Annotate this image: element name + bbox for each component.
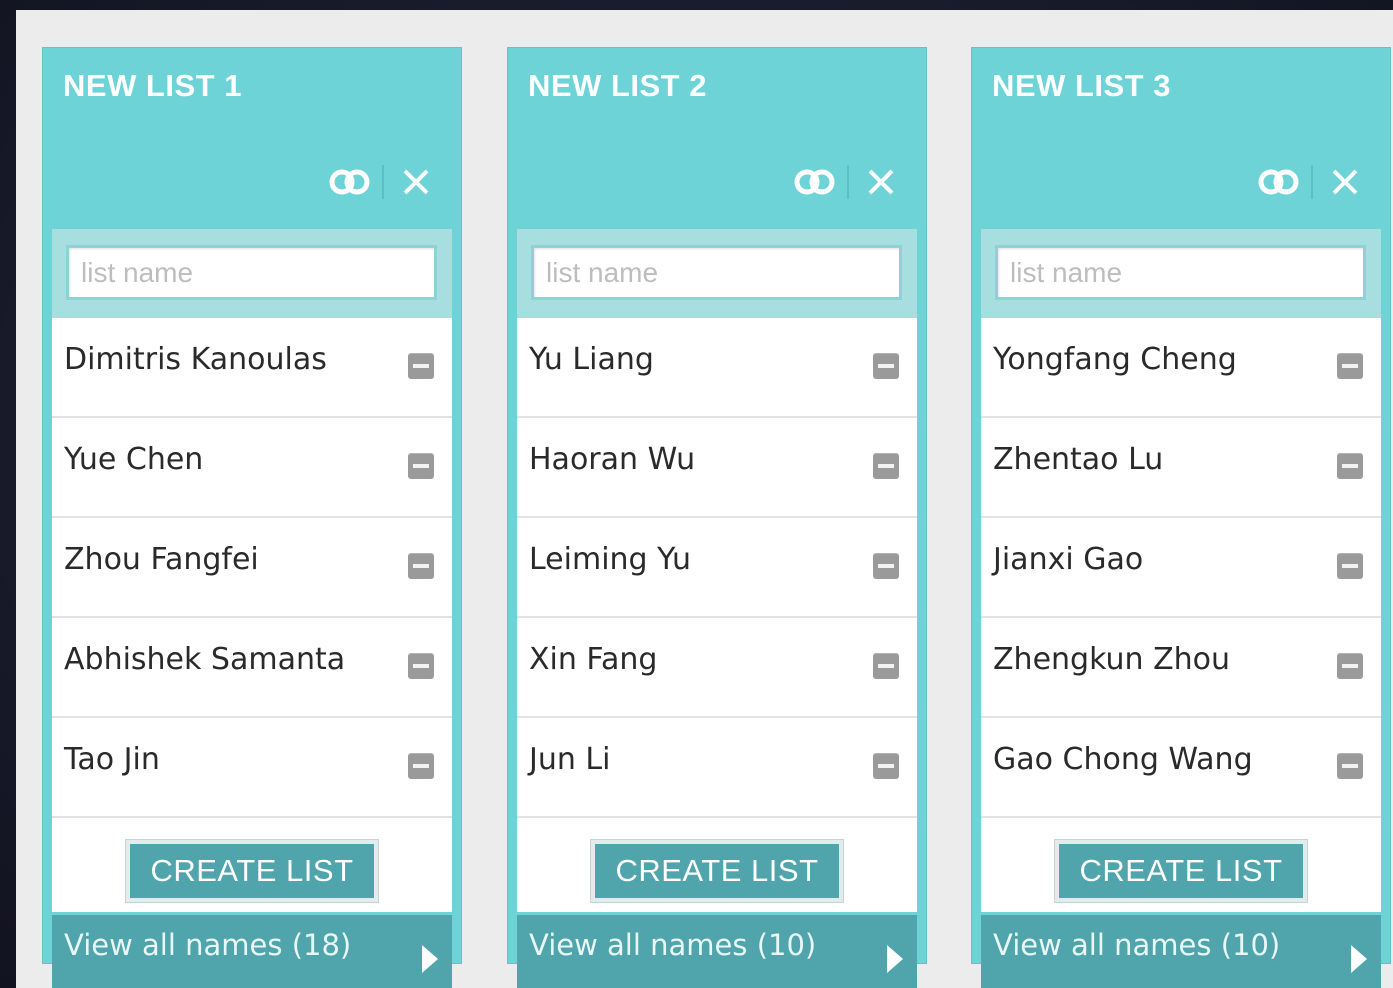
list-item: Gao Chong Wang [981,718,1381,818]
close-panel-button[interactable] [1321,160,1369,204]
person-name: Dimitris Kanoulas [64,342,327,377]
list-body: Yu Liang Haoran Wu Leiming Yu Xin Fang J… [517,229,917,912]
list-name-input[interactable] [531,245,902,300]
list-name-input[interactable] [66,245,437,300]
person-name: Haoran Wu [529,442,696,477]
list-name-area [517,229,917,318]
list-item: Xin Fang [517,618,917,718]
panel-title: NEW LIST 2 [528,68,707,103]
merge-lists-button[interactable] [1255,160,1303,204]
remove-name-icon[interactable] [1337,553,1363,579]
merge-lists-button[interactable] [791,160,839,204]
panel-title: NEW LIST 1 [63,68,242,103]
person-name: Jun Li [529,742,611,777]
remove-name-icon[interactable] [1337,453,1363,479]
play-arrow-icon [887,945,903,973]
list-item: Jianxi Gao [981,518,1381,618]
close-icon [1332,169,1358,195]
list-item: Dimitris Kanoulas [52,318,452,418]
view-all-names-button[interactable]: View all names (18) [52,915,452,988]
remove-name-icon[interactable] [408,353,434,379]
view-all-names-button[interactable]: View all names (10) [981,915,1381,988]
view-all-label: View all names (10) [529,928,817,962]
remove-name-icon[interactable] [873,753,899,779]
view-all-label: View all names (18) [64,928,352,962]
list-name-area [52,229,452,318]
play-arrow-icon [1351,945,1367,973]
list-workspace: NEW LIST 1 Dimitris Kanoulas [16,10,1393,988]
list-item: Leiming Yu [517,518,917,618]
list-panel-3: NEW LIST 3 Yongfang Cheng [971,47,1391,988]
remove-name-icon[interactable] [408,753,434,779]
play-arrow-icon [422,945,438,973]
merge-lists-icon [1258,169,1299,195]
list-item: Jun Li [517,718,917,818]
person-name: Yongfang Cheng [993,342,1237,377]
view-all-names-button[interactable]: View all names (10) [517,915,917,988]
create-list-button[interactable]: CREATE LIST [591,840,843,902]
close-panel-button[interactable] [392,160,440,204]
merge-lists-icon [794,169,835,195]
remove-name-icon[interactable] [1337,753,1363,779]
create-list-button[interactable]: CREATE LIST [126,840,378,902]
close-panel-button[interactable] [857,160,905,204]
list-name-area [981,229,1381,318]
merge-lists-icon [329,169,370,195]
person-name: Abhishek Samanta [64,642,346,677]
toolbar-divider [847,165,849,199]
remove-name-icon[interactable] [1337,653,1363,679]
create-list-area: CREATE LIST [517,818,917,912]
close-icon [403,169,429,195]
create-list-area: CREATE LIST [52,818,452,912]
close-icon [868,169,894,195]
view-all-label: View all names (10) [993,928,1281,962]
list-item: Yu Liang [517,318,917,418]
list-panel-1: NEW LIST 1 Dimitris Kanoulas [42,47,462,988]
person-name: Yue Chen [64,442,204,477]
remove-name-icon[interactable] [408,553,434,579]
toolbar-divider [382,165,384,199]
person-name: Zhengkun Zhou [993,642,1231,677]
remove-name-icon[interactable] [408,653,434,679]
list-body: Dimitris Kanoulas Yue Chen Zhou Fangfei … [52,229,452,912]
list-body: Yongfang Cheng Zhentao Lu Jianxi Gao Zhe… [981,229,1381,912]
list-item: Yongfang Cheng [981,318,1381,418]
person-name: Leiming Yu [529,542,692,577]
remove-name-icon[interactable] [873,553,899,579]
list-name-input[interactable] [995,245,1366,300]
remove-name-icon[interactable] [1337,353,1363,379]
list-item: Abhishek Samanta [52,618,452,718]
list-item: Zhentao Lu [981,418,1381,518]
person-name: Xin Fang [529,642,658,677]
remove-name-icon[interactable] [873,653,899,679]
remove-name-icon[interactable] [873,353,899,379]
list-item: Tao Jin [52,718,452,818]
list-item: Zhengkun Zhou [981,618,1381,718]
person-name: Zhentao Lu [993,442,1164,477]
panel-title: NEW LIST 3 [992,68,1171,103]
toolbar-divider [1311,165,1313,199]
person-name: Tao Jin [64,742,160,777]
remove-name-icon[interactable] [873,453,899,479]
person-name: Gao Chong Wang [993,742,1253,777]
person-name: Zhou Fangfei [64,542,259,577]
create-list-button[interactable]: CREATE LIST [1055,840,1307,902]
remove-name-icon[interactable] [408,453,434,479]
person-name: Yu Liang [529,342,654,377]
merge-lists-button[interactable] [326,160,374,204]
list-item: Yue Chen [52,418,452,518]
list-item: Zhou Fangfei [52,518,452,618]
create-list-area: CREATE LIST [981,818,1381,912]
list-panel-2: NEW LIST 2 Yu Liang [507,47,927,988]
panel-toolbar [1255,160,1369,204]
panel-toolbar [326,160,440,204]
list-item: Haoran Wu [517,418,917,518]
person-name: Jianxi Gao [993,542,1144,577]
panel-toolbar [791,160,905,204]
